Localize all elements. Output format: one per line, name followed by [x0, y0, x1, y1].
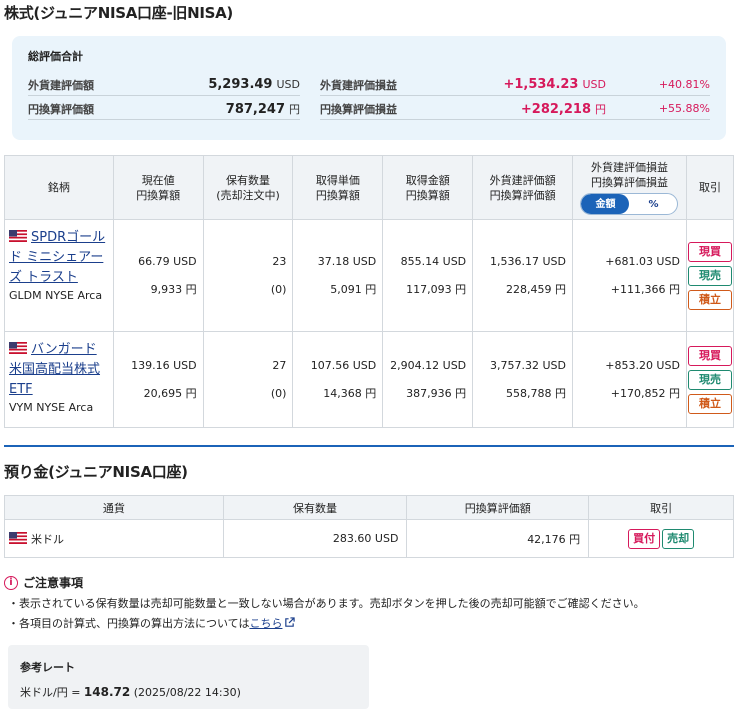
fx-pl-value: +1,534.23 USD	[503, 77, 606, 92]
rate-title: 参考レート	[20, 661, 75, 674]
col-value: 外貨建評価額 円換算評価額	[472, 155, 574, 220]
col-cost: 取得単価 円換算額	[292, 155, 384, 220]
section-divider	[4, 445, 734, 447]
dep-jpy-cell: 42,176 円	[406, 519, 590, 558]
jpy-pl-row: 円換算評価損益 +282,218 円 +55.88%	[320, 98, 710, 120]
page-title: 株式(ジュニアNISA口座-旧NISA)	[4, 4, 233, 22]
jpy-pl-label: 円換算評価損益	[320, 102, 397, 116]
rate-value: 148.72	[83, 685, 131, 699]
summary-title: 総評価合計	[28, 50, 83, 63]
holding-name-cell: バンガード 米国高配当株式ETF VYM NYSE Arca	[4, 331, 114, 428]
fx-value-label: 外貨建評価額	[28, 78, 94, 92]
amount-cell: 2,904.12 USD 387,936 円	[382, 331, 474, 428]
price-cell: 66.79 USD 9,933 円	[112, 219, 204, 332]
pl-cell: +853.20 USD +170,852 円	[572, 331, 687, 428]
fx-pl-label: 外貨建評価損益	[320, 78, 397, 92]
toggle-percent[interactable]: %	[629, 194, 677, 214]
dep-col-currency: 通貨	[4, 495, 224, 520]
notes-title: i ご注意事項	[4, 574, 645, 591]
calc-method-link[interactable]: こちら	[249, 617, 282, 630]
buy-button[interactable]: 現買	[687, 241, 732, 262]
deposit-table: 通貨 保有数量 円換算評価額 取引 米ドル 283.60 USD 42,176 …	[4, 495, 734, 558]
table-row: バンガード 米国高配当株式ETF VYM NYSE Arca 139.16 US…	[4, 331, 735, 428]
table-row: 米ドル 283.60 USD 42,176 円 買付 売却	[4, 519, 734, 558]
dep-currency: 米ドル	[31, 532, 64, 546]
value-cell: 1,536.17 USD 228,459 円	[472, 219, 574, 332]
price-cell: 139.16 USD 20,695 円	[112, 331, 204, 428]
jpy-value: 787,247 円	[225, 101, 300, 117]
col-pl: 外貨建評価損益 円換算評価損益 金額 %	[572, 155, 687, 220]
notes-section: i ご注意事項 ・表示されている保有数量は売却可能数量と一致しない場合があります。…	[4, 574, 645, 631]
jpy-pl-pct: +55.88%	[658, 102, 710, 115]
pl-cell: +681.03 USD +111,366 円	[572, 219, 687, 332]
dep-qty-cell: 283.60 USD	[222, 519, 408, 558]
col-qty: 保有数量 (売却注文中)	[202, 155, 294, 220]
dep-action-cell: 買付 売却	[588, 519, 734, 558]
note-line-2: ・各項目の計算式、円換算の算出方法についてはこちら	[4, 615, 645, 631]
buy-button[interactable]: 現買	[687, 345, 732, 366]
sell-button[interactable]: 現売	[687, 265, 732, 286]
fx-value-row: 外貨建評価額 5,293.49 USD	[28, 74, 300, 96]
info-icon: i	[4, 575, 18, 590]
fx-pl-pct: +40.81%	[658, 78, 710, 91]
dep-col-jpy: 円換算評価額	[406, 495, 590, 520]
fx-value: 5,293.49 USD	[208, 77, 300, 92]
holdings-header-row: 銘柄 現在値 円換算額 保有数量 (売却注文中) 取得単価 円換算額 取得金額 円換算額…	[4, 155, 735, 220]
dep-col-action: 取引	[588, 495, 734, 520]
cost-cell: 37.18 USD 5,091 円	[292, 219, 384, 332]
jpy-value-row: 円換算評価額 787,247 円	[28, 98, 300, 120]
reference-rate-panel: 参考レート 米ドル/円 = 148.72 (2025/08/22 14:30)	[8, 645, 369, 709]
fx-pl-row: 外貨建評価損益 +1,534.23 USD +40.81%	[320, 74, 710, 96]
amount-cell: 855.14 USD 117,093 円	[382, 219, 474, 332]
action-cell: 現買 現売 積立	[685, 331, 735, 428]
deposit-sell-button[interactable]: 売却	[662, 528, 695, 549]
note-line-1: ・表示されている保有数量は売却可能数量と一致しない場合があります。売却ボタンを押…	[8, 597, 645, 610]
col-name: 銘柄	[4, 155, 114, 220]
col-price: 現在値 円換算額	[112, 155, 204, 220]
summary-panel: 総評価合計 外貨建評価額 5,293.49 USD 円換算評価額 787,247 円…	[12, 36, 726, 140]
holding-ticker: GLDM NYSE Arca	[9, 289, 103, 302]
deposit-header-row: 通貨 保有数量 円換算評価額 取引	[4, 495, 734, 520]
dep-col-qty: 保有数量	[222, 495, 408, 520]
value-cell: 3,757.32 USD 558,788 円	[472, 331, 574, 428]
qty-cell: 23 (0)	[202, 219, 294, 332]
cost-cell: 107.56 USD 14,368 円	[292, 331, 384, 428]
accumulate-button[interactable]: 積立	[687, 393, 732, 414]
col-action: 取引	[685, 155, 735, 220]
dep-currency-cell: 米ドル	[4, 519, 224, 558]
accumulate-button[interactable]: 積立	[687, 289, 732, 310]
action-cell: 現買 現売 積立	[685, 219, 735, 332]
toggle-amount[interactable]: 金額	[581, 194, 630, 214]
deposit-buy-button[interactable]: 買付	[628, 528, 661, 549]
jpy-value-label: 円換算評価額	[28, 102, 94, 116]
pl-display-toggle: 金額 %	[580, 193, 679, 215]
holding-name-cell: SPDRゴールド ミニシェアーズ トラスト GLDM NYSE Arca	[4, 219, 114, 332]
us-flag-icon	[9, 342, 27, 354]
external-link-icon	[285, 617, 296, 627]
qty-cell: 27 (0)	[202, 331, 294, 428]
deposit-title: 預り金(ジュニアNISA口座)	[4, 463, 188, 481]
rate-timestamp: (2025/08/22 14:30)	[133, 686, 241, 699]
sell-button[interactable]: 現売	[687, 369, 732, 390]
us-flag-icon	[9, 531, 27, 544]
table-row: SPDRゴールド ミニシェアーズ トラスト GLDM NYSE Arca 66.…	[4, 219, 735, 332]
col-amount: 取得金額 円換算額	[382, 155, 474, 220]
jpy-pl-value: +282,218 円	[520, 101, 606, 117]
holding-ticker: VYM NYSE Arca	[9, 401, 94, 414]
rate-line: 米ドル/円 = 148.72 (2025/08/22 14:30)	[20, 685, 241, 699]
us-flag-icon	[9, 230, 27, 242]
holdings-table: 銘柄 現在値 円換算額 保有数量 (売却注文中) 取得単価 円換算額 取得金額 円換算額…	[4, 155, 735, 428]
